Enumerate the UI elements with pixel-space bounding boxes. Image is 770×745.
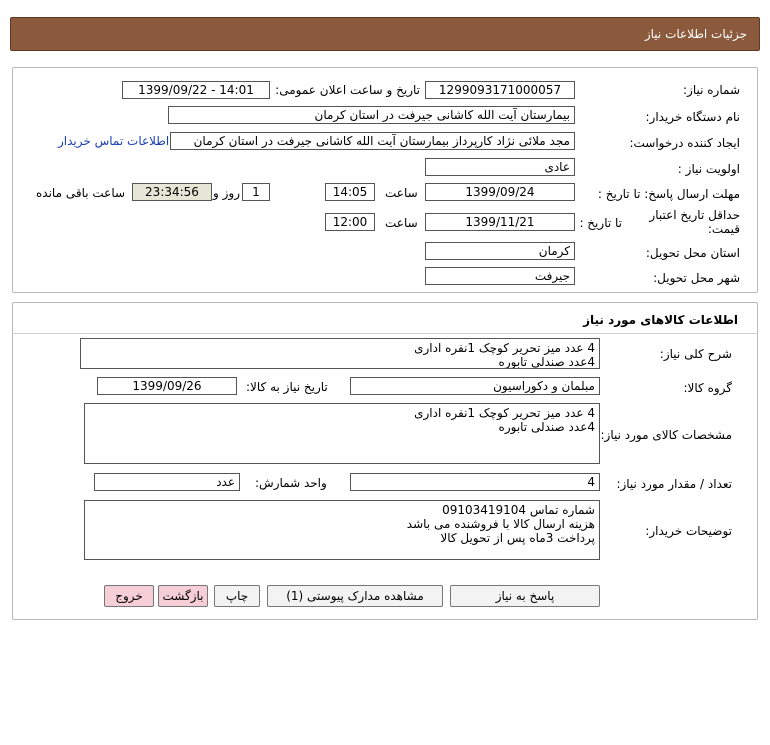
need-date-field: 1399/09/26 <box>97 377 237 395</box>
specs-label: مشخصات کالای مورد نیاز: <box>600 428 732 442</box>
city-field: جیرفت <box>425 267 575 285</box>
announce-label: تاریخ و ساعت اعلان عمومی: <box>275 83 420 97</box>
requester-field: مجد ملائی نژاد کارپرداز بیمارستان آیت ال… <box>170 132 575 150</box>
deadline-time-field: 14:05 <box>325 183 375 201</box>
general-desc-field: 4 عدد میز تحریر کوچک 1نفره اداری 4عدد صن… <box>80 338 600 369</box>
goods-section-title: اطلاعات کالاهای مورد نیاز <box>583 313 738 327</box>
validity-label: حداقل تاریخ اعتبار قیمت: <box>649 208 740 236</box>
priority-label: اولویت نیاز : <box>677 162 740 176</box>
group-field: مبلمان و دکوراسیون <box>350 377 600 395</box>
print-button[interactable]: چاپ <box>214 585 260 607</box>
remaining-time-field: 23:34:56 <box>132 183 212 201</box>
general-desc-label: شرح کلی نیاز: <box>659 347 732 361</box>
city-label: شهر محل تحویل: <box>653 271 740 285</box>
announce-field: 1399/09/22 - 14:01 <box>122 81 270 99</box>
deadline-label: مهلت ارسال پاسخ: تا تاریخ : <box>597 187 740 201</box>
buyer-notes-label: توضیحات خریدار: <box>645 524 732 538</box>
page-header: جزئیات اطلاعات نیاز <box>10 17 760 51</box>
remaining-label: ساعت باقی مانده <box>36 186 126 200</box>
page-title: جزئیات اطلاعات نیاز <box>644 27 747 41</box>
attachments-button[interactable]: مشاهده مدارک پیوستی (1) <box>267 585 443 607</box>
deadline-time-label: ساعت <box>385 186 418 200</box>
section-divider <box>12 333 758 334</box>
unit-label: واحد شمارش: <box>255 476 327 490</box>
validity-to-label: تا تاریخ : <box>579 216 622 230</box>
group-label: گروه کالا: <box>683 381 733 395</box>
requester-label: ایجاد کننده درخواست: <box>629 136 740 150</box>
qty-label: تعداد / مقدار مورد نیاز: <box>616 477 732 491</box>
buyer-org-field: بیمارستان آیت الله کاشانی جیرفت در استان… <box>168 106 575 124</box>
days-label: روز و <box>213 186 240 200</box>
days-field: 1 <box>242 183 270 201</box>
specs-field: 4 عدد میز تحریر کوچک 1نفره اداری 4عدد صن… <box>84 403 600 464</box>
need-number-label: شماره نیاز: <box>683 83 740 97</box>
buyer-org-label: نام دستگاه خریدار: <box>645 110 741 124</box>
need-number-field: 1299093171000057 <box>425 81 575 99</box>
validity-date-field: 1399/11/21 <box>425 213 575 231</box>
province-field: کرمان <box>425 242 575 260</box>
exit-button[interactable]: خروج <box>104 585 154 607</box>
buyer-notes-field: شماره تماس 09103419104 هزینه ارسال کالا … <box>84 500 600 560</box>
unit-field: عدد <box>94 473 240 491</box>
need-date-label: تاریخ نیاز به کالا: <box>246 380 328 394</box>
validity-time-field: 12:00 <box>325 213 375 231</box>
reply-button[interactable]: پاسخ به نیاز <box>450 585 600 607</box>
buyer-contact-link[interactable]: اطلاعات تماس خریدار <box>58 134 169 148</box>
province-label: استان محل تحویل: <box>645 246 740 260</box>
qty-field: 4 <box>350 473 600 491</box>
back-button[interactable]: بازگشت <box>158 585 208 607</box>
validity-time-label: ساعت <box>385 216 418 230</box>
deadline-date-field: 1399/09/24 <box>425 183 575 201</box>
priority-field: عادی <box>425 158 575 176</box>
